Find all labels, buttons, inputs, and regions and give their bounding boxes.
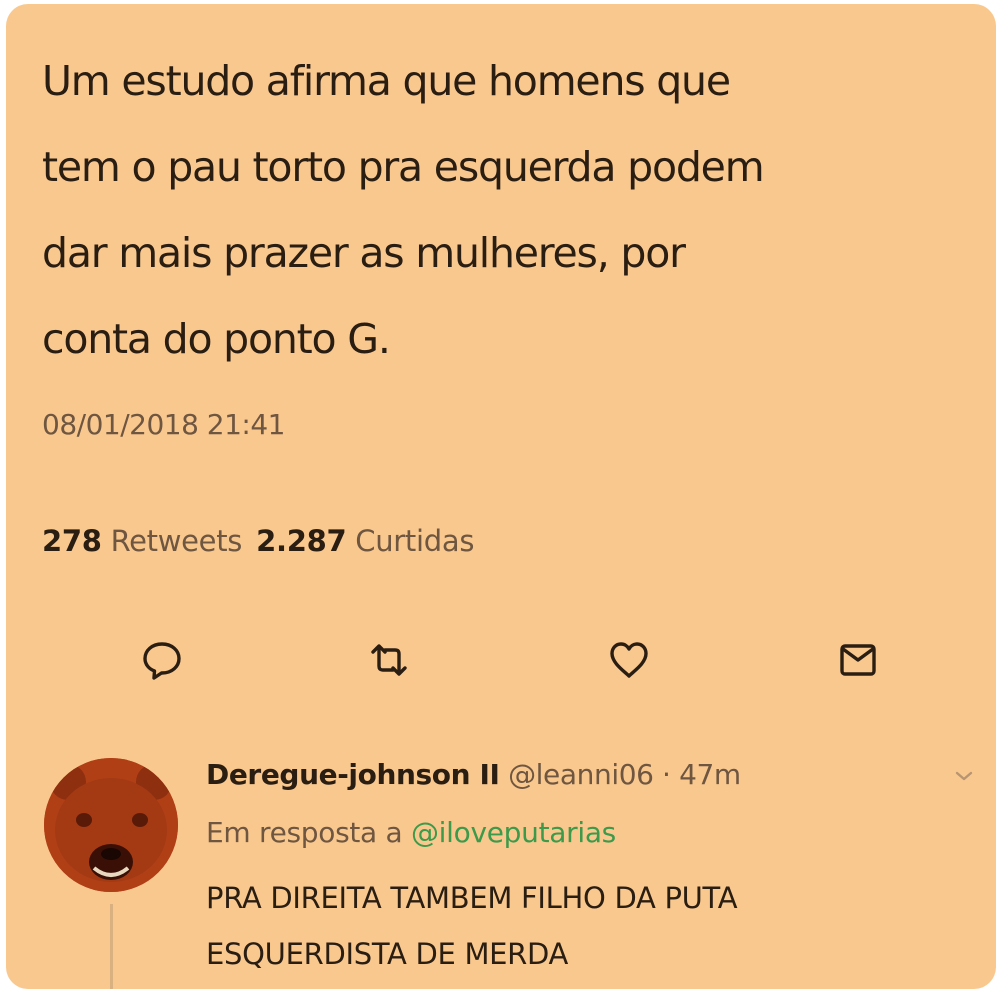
tweet-action-bar bbox=[6, 634, 996, 694]
tweet-text-line: dar mais prazer as mulheres, por bbox=[42, 229, 686, 277]
likes-label: Curtidas bbox=[355, 524, 475, 558]
in-reply-to-handle[interactable]: @iloveputarias bbox=[411, 816, 616, 849]
reply-button[interactable] bbox=[136, 634, 188, 686]
reply-header: Deregue-johnson II @leanni06 · 47m bbox=[206, 758, 741, 791]
message-icon bbox=[840, 644, 876, 676]
like-button[interactable] bbox=[603, 634, 655, 686]
heart-icon bbox=[610, 642, 648, 678]
tweet-stats: 278 Retweets 2.287 Curtidas bbox=[42, 524, 474, 558]
reply-icon bbox=[143, 642, 181, 680]
retweet-button[interactable] bbox=[363, 634, 415, 686]
tweet-timestamp[interactable]: 08/01/2018 21:41 bbox=[42, 408, 285, 441]
tweet-text-line: conta do ponto G. bbox=[42, 315, 391, 363]
avatar[interactable] bbox=[44, 758, 178, 892]
thread-line bbox=[110, 904, 113, 989]
tweet-text: Um estudo afirma que homens que tem o pa… bbox=[42, 38, 962, 382]
reply-text-line: ESQUERDISTA DE MERDA bbox=[206, 937, 569, 971]
retweets-count: 278 bbox=[42, 524, 102, 558]
retweet-icon bbox=[371, 644, 407, 676]
in-reply-to: Em resposta a @iloveputarias bbox=[206, 816, 616, 849]
in-reply-to-label: Em resposta a bbox=[206, 816, 403, 849]
tweet-text-line: tem o pau torto pra esquerda podem bbox=[42, 143, 765, 191]
likes-count: 2.287 bbox=[256, 524, 347, 558]
direct-message-button[interactable] bbox=[832, 634, 884, 686]
reply-tweet[interactable]: Deregue-johnson II @leanni06 · 47m Em re… bbox=[6, 744, 996, 989]
bear-avatar-image bbox=[44, 758, 178, 892]
retweets-label: Retweets bbox=[110, 524, 243, 558]
reply-text: PRA DIREITA TAMBEM FILHO DA PUTA ESQUERD… bbox=[206, 870, 738, 982]
tweet-card: Um estudo afirma que homens que tem o pa… bbox=[6, 4, 996, 989]
tweet-text-line: Um estudo afirma que homens que bbox=[42, 57, 731, 105]
reply-text-line: PRA DIREITA TAMBEM FILHO DA PUTA bbox=[206, 881, 738, 915]
chevron-down-icon[interactable] bbox=[952, 764, 976, 788]
reply-separator: · bbox=[662, 758, 671, 791]
likes-stat[interactable]: 2.287 Curtidas bbox=[256, 524, 474, 558]
retweets-stat[interactable]: 278 Retweets bbox=[42, 524, 242, 558]
reply-time[interactable]: 47m bbox=[679, 758, 741, 791]
reply-handle[interactable]: @leanni06 bbox=[508, 758, 654, 791]
reply-display-name[interactable]: Deregue-johnson II bbox=[206, 758, 500, 791]
